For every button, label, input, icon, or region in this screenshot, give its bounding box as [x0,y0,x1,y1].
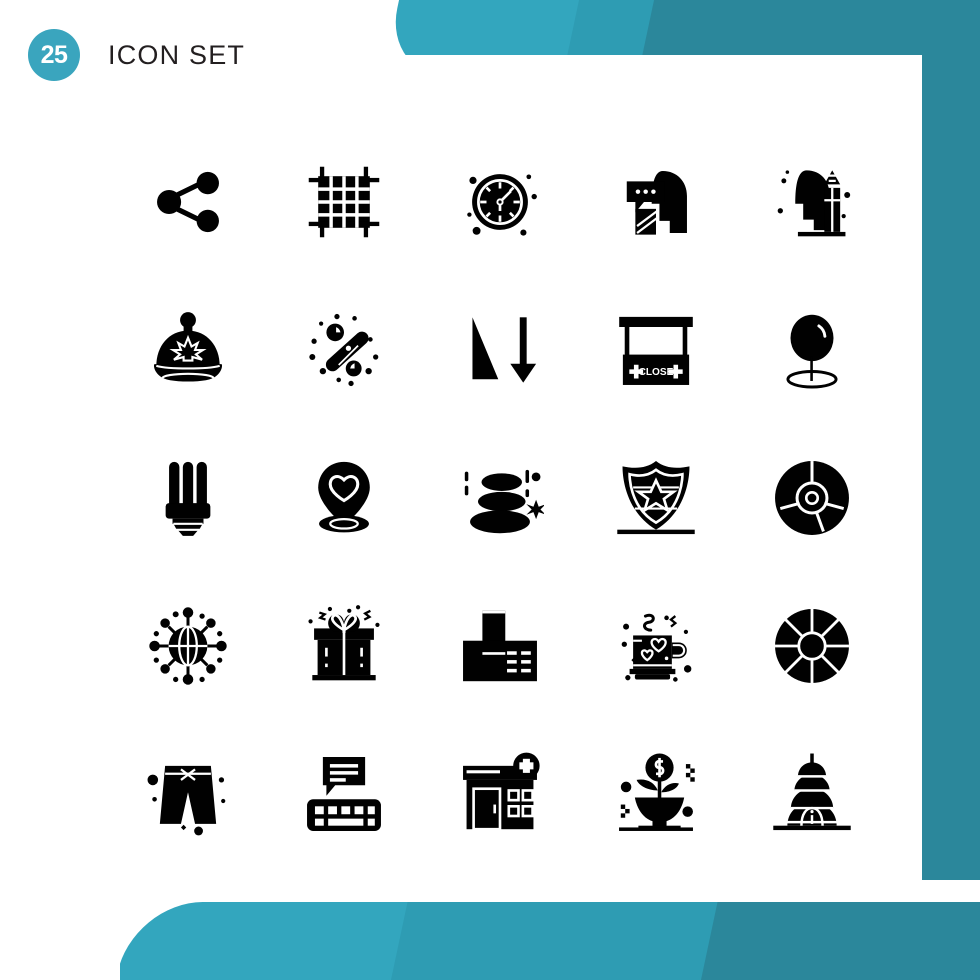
poster-canvas: 25 ICON SET CLOSE [0,0,980,980]
stall-sign-text: CLOSE [639,367,674,378]
icon-grid: CLOSE [110,128,890,868]
card-bottom-white-fill [0,890,120,980]
compact-disc-icon[interactable] [734,424,890,572]
decline-chart-arrow-icon[interactable] [422,276,578,424]
bottom-ribbon-mid [382,902,748,980]
bottom-ribbon-dark [692,902,980,980]
shorts-icon[interactable] [110,720,266,868]
share-icon[interactable] [110,128,266,276]
winter-beanie-hat-icon[interactable] [110,276,266,424]
heart-location-pin-icon[interactable] [266,424,422,572]
love-coffee-mug-icon[interactable] [578,572,734,720]
police-badge-shield-icon[interactable] [578,424,734,572]
spa-stones-icon[interactable] [422,424,578,572]
cfl-energy-bulb-icon[interactable] [110,424,266,572]
color-wheel-icon[interactable] [734,572,890,720]
clinic-building-icon[interactable] [422,720,578,868]
monument-tower-icon[interactable] [734,720,890,868]
icon-count-badge: 25 [28,29,80,81]
office-building-icon[interactable] [422,572,578,720]
right-ribbon-bar [922,0,980,880]
discount-wand-icon[interactable] [266,276,422,424]
map-pin-balloon-icon[interactable] [734,276,890,424]
global-network-icon[interactable] [110,572,266,720]
chat-keyboard-icon[interactable] [266,720,422,868]
grid-crop-icon[interactable] [266,128,422,276]
close-shop-stall-icon[interactable]: CLOSE [578,276,734,424]
wall-clock-icon[interactable] [422,128,578,276]
head-pencil-icon[interactable] [734,128,890,276]
page-title: ICON SET [108,39,246,70]
money-plant-growth-icon[interactable] [578,720,734,868]
poster-header: 25 ICON SET [0,0,980,110]
gift-box-icon[interactable] [266,572,422,720]
bottom-ribbon-light [107,902,433,980]
head-speech-bubble-icon[interactable] [578,128,734,276]
